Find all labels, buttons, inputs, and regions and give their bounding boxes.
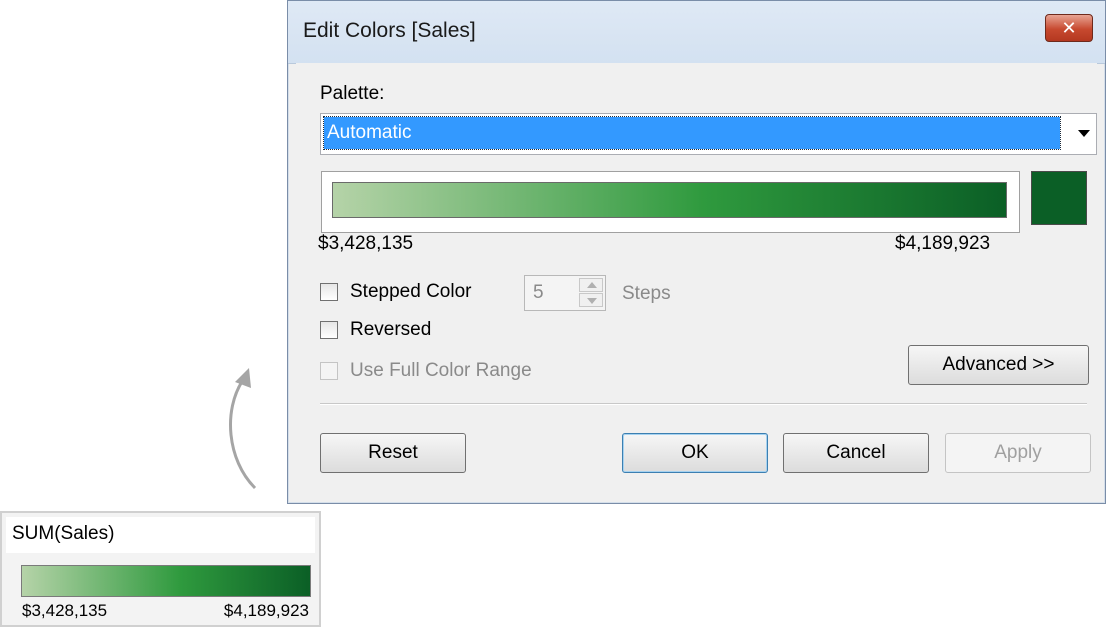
legend-min-label: $3,428,135 — [22, 601, 108, 620]
range-min-label: $3,428,135 — [318, 233, 414, 254]
apply-button[interactable]: Apply — [945, 433, 1091, 473]
palette-selected-value: Automatic — [323, 116, 1061, 150]
curved-arrow-icon — [229, 368, 257, 490]
advanced-button[interactable]: Advanced >> — [908, 345, 1089, 385]
color-ramp — [332, 182, 1007, 218]
cancel-button[interactable]: Cancel — [783, 433, 929, 473]
spin-down-icon[interactable] — [579, 293, 603, 307]
color-legend[interactable]: SUM(Sales) $3,428,135 $4,189,923 — [0, 511, 321, 627]
palette-label: Palette: — [320, 83, 385, 104]
legend-header: SUM(Sales) — [6, 517, 315, 553]
chevron-down-icon[interactable] — [1078, 130, 1090, 137]
end-color-swatch[interactable] — [1031, 171, 1087, 225]
spin-up-icon[interactable] — [579, 278, 603, 292]
close-icon: ✕ — [1061, 17, 1077, 38]
spinner-buttons — [579, 278, 603, 308]
reset-button[interactable]: Reset — [320, 433, 466, 473]
reversed-label: Reversed — [350, 319, 432, 340]
stepped-color-checkbox[interactable] — [320, 283, 338, 301]
legend-max-label: $4,189,923 — [223, 601, 309, 620]
stepped-color-label: Stepped Color — [350, 281, 472, 302]
title-bar[interactable]: Edit Colors [Sales] ✕ — [288, 1, 1105, 64]
steps-label: Steps — [622, 283, 671, 304]
steps-spinner[interactable]: 5 — [524, 275, 606, 311]
steps-value: 5 — [533, 282, 544, 303]
dialog-body: Palette: Automatic $3,428,135 $4,189,923… — [296, 63, 1097, 495]
reversed-checkbox[interactable] — [320, 321, 338, 339]
palette-dropdown[interactable]: Automatic — [320, 113, 1097, 155]
ok-button[interactable]: OK — [622, 433, 768, 473]
range-max-label: $4,189,923 — [895, 233, 991, 254]
dialog-title: Edit Colors [Sales] — [303, 19, 476, 42]
legend-color-ramp — [21, 565, 311, 597]
close-button[interactable]: ✕ — [1045, 14, 1093, 42]
edit-colors-dialog: Edit Colors [Sales] ✕ Palette: Automatic… — [287, 0, 1106, 504]
color-ramp-preview[interactable] — [321, 171, 1020, 233]
full-color-range-label: Use Full Color Range — [350, 360, 532, 381]
full-color-range-checkbox[interactable] — [320, 362, 338, 380]
legend-title: SUM(Sales) — [12, 523, 115, 544]
separator — [320, 403, 1087, 405]
